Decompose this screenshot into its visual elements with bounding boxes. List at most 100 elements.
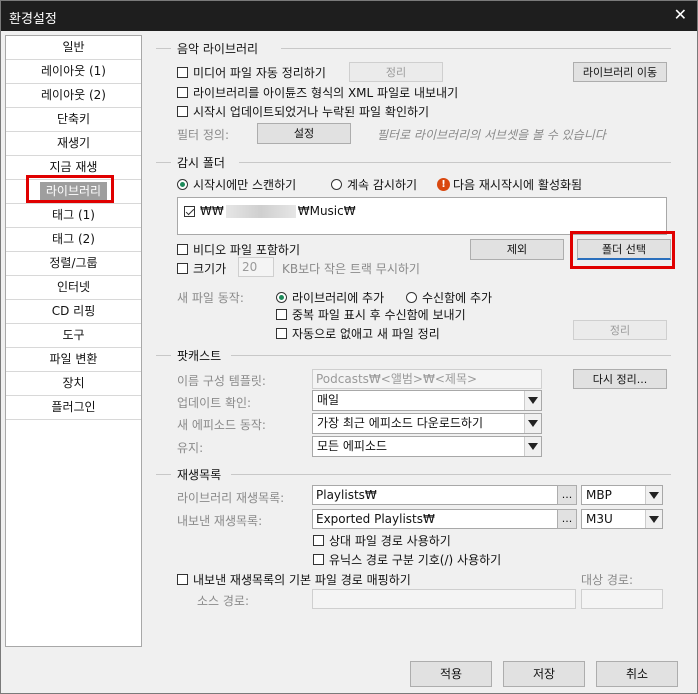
relative-path-label: 상대 파일 경로 사용하기: [329, 534, 451, 548]
library-playlists-format-select[interactable]: MBP: [581, 485, 663, 505]
sidebar-item-internet[interactable]: 인터넷: [6, 276, 141, 300]
check-on-start-label: 시작시 업데이트되었거나 누락된 파일 확인하기: [193, 105, 430, 119]
source-path-input[interactable]: [312, 589, 576, 609]
check-on-start-checkbox[interactable]: [177, 106, 188, 117]
move-library-button[interactable]: 라이브러리 이동: [573, 62, 667, 82]
min-size-checkbox[interactable]: [177, 263, 188, 274]
sidebar-item-devices[interactable]: 장치: [6, 372, 141, 396]
dup-inbox-checkbox[interactable]: [276, 309, 287, 320]
scan-on-start-radio[interactable]: [177, 179, 188, 190]
target-path-input[interactable]: [581, 589, 663, 609]
divider: [156, 48, 171, 49]
preferences-window: 환경설정 ✕ 일반 레이아웃 (1) 레이아웃 (2) 단축키 재생기 지금 재…: [0, 0, 698, 694]
sidebar-item-file-converter[interactable]: 파일 변환: [6, 348, 141, 372]
reorganize-button[interactable]: 다시 정리...: [573, 369, 667, 389]
min-size-input[interactable]: 20: [238, 257, 274, 277]
exported-playlists-label: 내보낸 재생목록:: [177, 514, 263, 528]
cancel-button[interactable]: 취소: [596, 661, 678, 687]
redacted-path: [225, 204, 296, 218]
add-library-option[interactable]: 라이브러리에 추가: [276, 289, 384, 306]
include-video-option[interactable]: 비디오 파일 포함하기: [177, 241, 300, 258]
update-check-select[interactable]: 매일: [312, 390, 542, 411]
relative-path-checkbox[interactable]: [313, 535, 324, 546]
sidebar-item-cd-ripping[interactable]: CD 리핑: [6, 300, 141, 324]
source-path-label: 소스 경로:: [197, 594, 250, 608]
library-playlists-format-value: MBP: [586, 488, 612, 502]
include-video-checkbox[interactable]: [177, 244, 188, 255]
relative-path-option[interactable]: 상대 파일 경로 사용하기: [313, 532, 451, 549]
continuous-watch-radio[interactable]: [331, 179, 342, 190]
target-path-label: 대상 경로:: [581, 573, 634, 587]
dup-inbox-option[interactable]: 중복 파일 표시 후 수신함에 보내기: [276, 306, 466, 323]
unix-separator-checkbox[interactable]: [313, 554, 324, 565]
folder-checkbox[interactable]: [184, 205, 195, 217]
dialog-footer: 적용 저장 취소: [1, 651, 697, 693]
add-inbox-option[interactable]: 수신함에 추가: [406, 289, 492, 306]
close-icon[interactable]: ✕: [674, 5, 687, 24]
sidebar-item-layout-1[interactable]: 레이아웃 (1): [6, 60, 141, 84]
remove-folder-button[interactable]: 제외: [470, 239, 564, 260]
divider: [239, 162, 671, 163]
filter-settings-button[interactable]: 설정: [257, 123, 351, 144]
add-library-radio[interactable]: [276, 292, 287, 303]
sidebar-item-sort-group[interactable]: 정렬/그룹: [6, 252, 141, 276]
organize-new-button[interactable]: 정리: [573, 320, 667, 340]
scan-on-start-option[interactable]: 시작시에만 스캔하기: [177, 176, 296, 193]
update-check-label: 업데이트 확인:: [177, 396, 252, 410]
sidebar-item-player[interactable]: 재생기: [6, 132, 141, 156]
check-on-start-option[interactable]: 시작시 업데이트되었거나 누락된 파일 확인하기: [177, 103, 429, 120]
divider: [231, 355, 671, 356]
watch-folder-list[interactable]: ₩₩ ₩Music₩: [177, 197, 667, 235]
sidebar-item-hotkeys[interactable]: 단축키: [6, 108, 141, 132]
auto-organize-checkbox[interactable]: [177, 67, 188, 78]
exported-playlists-path-input[interactable]: Exported Playlists₩: [312, 509, 558, 529]
naming-template-input[interactable]: Podcasts₩<앨범>₩<제목>: [312, 369, 542, 389]
auto-clean-checkbox[interactable]: [276, 328, 287, 339]
export-xml-option[interactable]: 라이브러리를 아이튠즈 형식의 XML 파일로 내보내기: [177, 84, 458, 101]
library-playlists-browse-button[interactable]: ...: [557, 485, 577, 505]
exported-playlists-browse-button[interactable]: ...: [557, 509, 577, 529]
keep-value: 모든 에피소드: [317, 439, 388, 453]
organize-button[interactable]: 정리: [349, 62, 443, 82]
include-video-label: 비디오 파일 포함하기: [193, 243, 300, 257]
min-size-option[interactable]: 크기가: [177, 260, 226, 277]
podcast-heading: 팟캐스트: [177, 349, 222, 363]
divider: [231, 474, 671, 475]
keep-select[interactable]: 모든 에피소드: [312, 436, 542, 457]
sidebar-item-plugins[interactable]: 플러그인: [6, 396, 141, 420]
music-library-heading: 음악 라이브러리: [177, 42, 259, 56]
sidebar-item-layout-2[interactable]: 레이아웃 (2): [6, 84, 141, 108]
auto-clean-option[interactable]: 자동으로 없애고 새 파일 정리: [276, 325, 440, 342]
sidebar-item-tools[interactable]: 도구: [6, 324, 141, 348]
map-paths-option[interactable]: 내보낸 재생목록의 기본 파일 경로 매핑하기: [177, 571, 411, 588]
export-xml-checkbox[interactable]: [177, 87, 188, 98]
continuous-watch-option[interactable]: 계속 감시하기: [331, 176, 417, 193]
folder-path-prefix: ₩₩: [200, 204, 224, 218]
exported-playlists-format-select[interactable]: M3U: [581, 509, 663, 529]
export-xml-label: 라이브러리를 아이튠즈 형식의 XML 파일로 내보내기: [193, 86, 459, 100]
auto-organize-option[interactable]: 미디어 파일 자동 정리하기: [177, 64, 326, 81]
map-paths-checkbox[interactable]: [177, 574, 188, 585]
list-item[interactable]: ₩₩ ₩Music₩: [184, 204, 356, 218]
update-check-value: 매일: [317, 393, 340, 407]
save-button[interactable]: 저장: [503, 661, 585, 687]
library-playlists-path-input[interactable]: Playlists₩: [312, 485, 558, 505]
library-playlists-label: 라이브러리 재생목록:: [177, 491, 285, 505]
map-paths-label: 내보낸 재생목록의 기본 파일 경로 매핑하기: [193, 573, 411, 587]
select-folder-highlight-box: [570, 231, 675, 269]
sidebar-item-general[interactable]: 일반: [6, 36, 141, 60]
sidebar-item-tags-1[interactable]: 태그 (1): [6, 204, 141, 228]
dropdown-arrow-icon: [524, 391, 541, 410]
divider: [281, 48, 671, 49]
new-file-action-label: 새 파일 동작:: [177, 291, 244, 305]
add-inbox-radio[interactable]: [406, 292, 417, 303]
min-size-prefix: 크기가: [193, 262, 227, 276]
unix-separator-option[interactable]: 유닉스 경로 구분 기호(/) 사용하기: [313, 551, 501, 568]
exported-playlists-format-value: M3U: [586, 512, 613, 526]
new-episode-select[interactable]: 가장 최근 에피소드 다운로드하기: [312, 413, 542, 434]
dropdown-arrow-icon: [645, 510, 662, 528]
min-size-suffix: KB보다 작은 트랙 무시하기: [282, 262, 420, 276]
sidebar-item-tags-2[interactable]: 태그 (2): [6, 228, 141, 252]
apply-button[interactable]: 적용: [410, 661, 492, 687]
unix-separator-label: 유닉스 경로 구분 기호(/) 사용하기: [329, 553, 502, 567]
